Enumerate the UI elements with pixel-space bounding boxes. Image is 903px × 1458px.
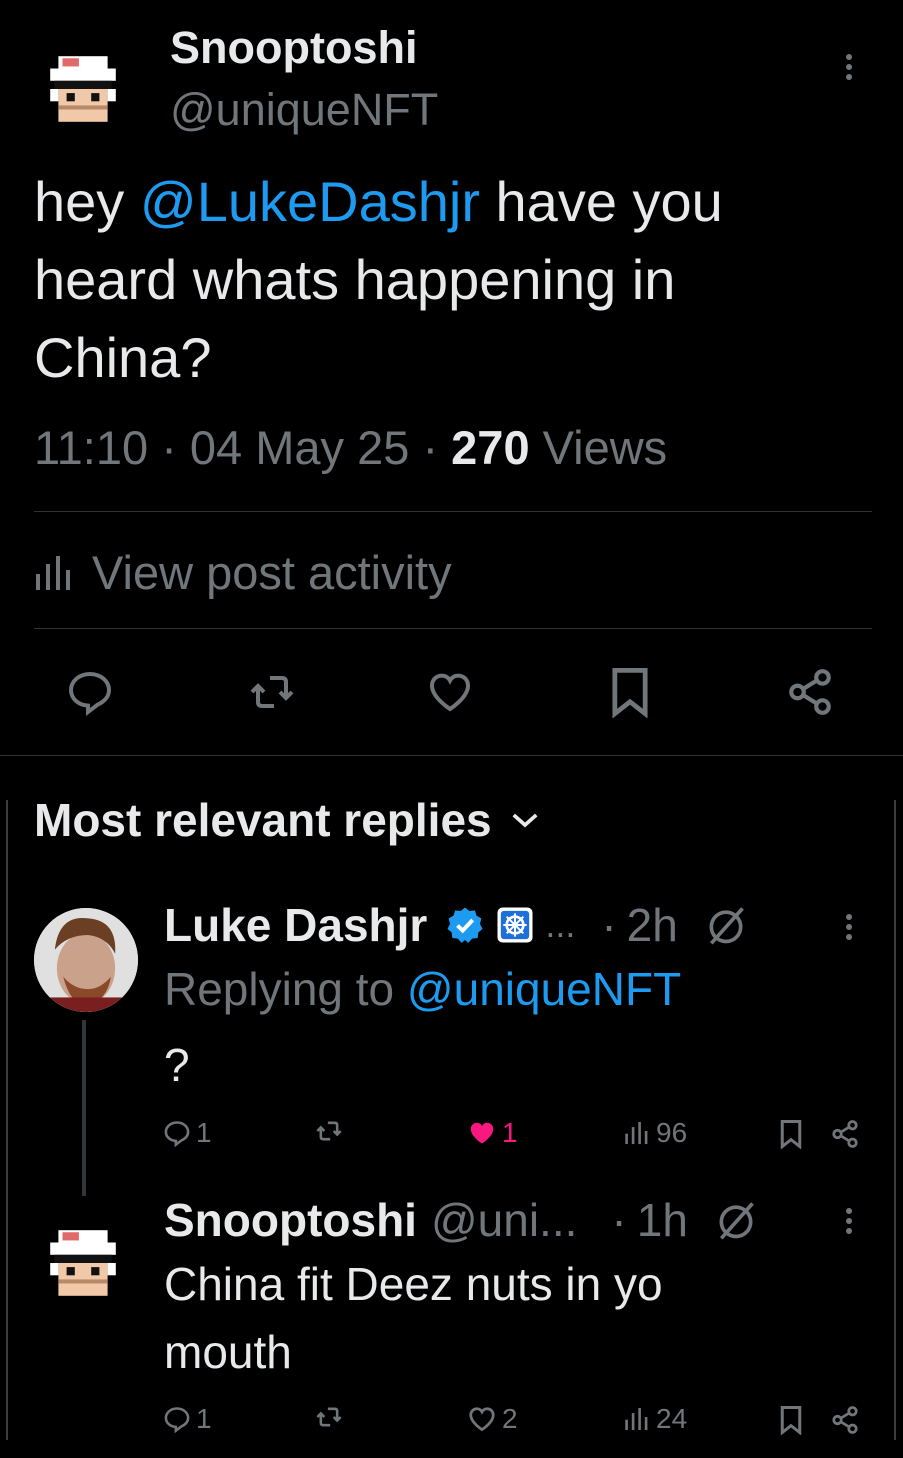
replying-to-label: Replying to: [164, 963, 395, 1015]
bookmark-icon: [780, 1120, 802, 1149]
reply-author-avatar[interactable]: [42, 1222, 124, 1304]
share-icon: [832, 1120, 858, 1148]
reply-repost-button[interactable]: [312, 1117, 346, 1145]
repost-icon: [316, 1407, 342, 1427]
reply-icon: [68, 671, 112, 716]
like-count: 1: [502, 1117, 518, 1148]
reply-author-avatar[interactable]: [34, 908, 138, 1012]
heart-icon: [429, 673, 471, 712]
reply-share-button[interactable]: [830, 1119, 860, 1149]
view-count: 96: [656, 1117, 688, 1148]
reply-bookmark-button[interactable]: [778, 1405, 804, 1435]
post-mention-link[interactable]: @LukeDashjr: [140, 170, 480, 233]
reply-icon: [164, 1407, 190, 1433]
meta-separator: ·: [611, 1194, 627, 1246]
meta-separator: ·: [422, 421, 439, 474]
reply-button[interactable]: [60, 664, 120, 720]
reply-more-button[interactable]: [846, 910, 852, 944]
chevron-down-icon: [510, 810, 540, 830]
bookmark-icon: [612, 667, 648, 718]
reply-reply-button[interactable]: 1: [162, 1403, 212, 1435]
reply-author-name[interactable]: Snooptoshi: [164, 1193, 417, 1247]
post-more-button[interactable]: [846, 50, 852, 84]
reply-reply-button[interactable]: 1: [162, 1117, 212, 1149]
divider: [34, 511, 872, 512]
analytics-icon: [34, 555, 74, 590]
grok-icon[interactable]: [704, 903, 748, 947]
reply-time[interactable]: 1h: [637, 1193, 688, 1247]
share-icon: [789, 669, 831, 715]
thread-line: [82, 1020, 86, 1196]
reply-time[interactable]: 2h: [627, 898, 678, 952]
post-text-start: hey: [34, 170, 140, 233]
card-border-left: [6, 800, 8, 1440]
replies-header-label: Most relevant replies: [34, 794, 492, 846]
meta-separator: ·: [601, 899, 617, 951]
reply-share-button[interactable]: [830, 1405, 860, 1435]
repost-icon: [316, 1121, 342, 1141]
author-handle[interactable]: @uniqueNFT: [170, 84, 438, 136]
reply-icon: [164, 1121, 190, 1147]
like-count: 2: [502, 1403, 518, 1434]
post-date[interactable]: 04 May 25: [190, 421, 409, 474]
heart-filled-icon: [470, 1122, 494, 1144]
heart-icon: [469, 1407, 495, 1432]
post-text: hey @LukeDashjr have you heard whats hap…: [34, 163, 854, 397]
replies-sort-dropdown[interactable]: Most relevant replies: [34, 793, 540, 847]
grok-icon[interactable]: [714, 1198, 758, 1242]
views-count: 270: [451, 421, 530, 474]
share-button[interactable]: [780, 664, 840, 720]
affiliate-badge-icon: [495, 905, 535, 945]
reply-text: China fit Deez nuts in yo mouth: [164, 1258, 663, 1378]
post-meta: 11:10 · 04 May 25 · 270 Views: [34, 420, 667, 475]
reply-count: 1: [196, 1403, 212, 1434]
reply-like-button[interactable]: 1: [466, 1117, 518, 1149]
repost-icon: [250, 676, 294, 708]
reply-more-button[interactable]: [846, 1204, 852, 1238]
repost-button[interactable]: [240, 664, 304, 720]
reply-views-button[interactable]: 24: [624, 1403, 687, 1435]
divider: [34, 628, 872, 629]
view-post-activity-link[interactable]: View post activity: [34, 545, 452, 600]
meta-separator: ·: [161, 421, 177, 474]
like-button[interactable]: [420, 664, 480, 720]
analytics-icon: [625, 1407, 648, 1431]
reply-name-ellipsis: ...: [545, 904, 576, 945]
share-icon: [832, 1406, 858, 1434]
activity-label: View post activity: [92, 546, 452, 599]
reply-repost-button[interactable]: [312, 1403, 346, 1431]
author-name[interactable]: Snooptoshi: [170, 22, 417, 74]
author-avatar[interactable]: [42, 48, 124, 130]
replying-to-handle[interactable]: @uniqueNFT: [407, 963, 681, 1015]
post-time[interactable]: 11:10: [34, 421, 148, 474]
view-count: 24: [656, 1403, 688, 1434]
card-border-right: [894, 800, 896, 1440]
reply-bookmark-button[interactable]: [778, 1119, 804, 1149]
reply-author-name[interactable]: Luke Dashjr: [164, 898, 427, 952]
reply-header: Luke Dashjr ... · 2h: [164, 898, 748, 952]
reply-author-handle[interactable]: @uni...: [431, 1193, 577, 1247]
reply-count: 1: [196, 1117, 212, 1148]
bookmark-button[interactable]: [600, 664, 660, 720]
reply-header: Snooptoshi @uni... · 1h: [164, 1193, 758, 1247]
reply-views-button[interactable]: 96: [624, 1117, 687, 1149]
views-label: Views: [542, 421, 668, 474]
replying-to: Replying to @uniqueNFT: [164, 962, 681, 1016]
bookmark-icon: [780, 1406, 802, 1435]
divider: [0, 755, 903, 756]
reply-like-button[interactable]: 2: [466, 1403, 518, 1435]
verified-badge-icon: [445, 905, 485, 945]
reply-text: ?: [164, 1039, 190, 1091]
analytics-icon: [625, 1121, 648, 1145]
